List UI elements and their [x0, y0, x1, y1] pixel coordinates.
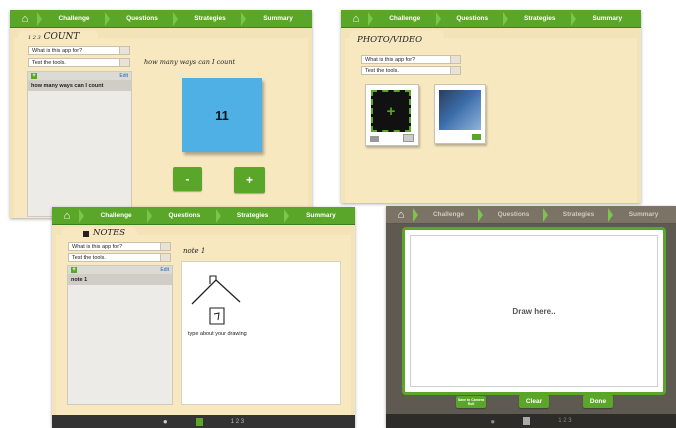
- top-nav: ⌂ Challenge Questions Strategies Summary: [10, 10, 312, 28]
- done-label: Done: [589, 398, 607, 405]
- add-item-button[interactable]: +: [31, 73, 37, 79]
- tab-strategies[interactable]: Strategies: [215, 207, 287, 224]
- tab-strategies[interactable]: Strategies: [173, 10, 244, 27]
- add-note-button[interactable]: +: [71, 267, 77, 273]
- question-field-2[interactable]: Test the tools.: [361, 66, 461, 75]
- notes-list: + Edit note 1: [67, 265, 173, 405]
- prompt-text: how many ways can I count: [144, 58, 236, 66]
- camera-icon[interactable]: ●: [163, 417, 168, 426]
- question-field-1[interactable]: What is this app for?: [28, 46, 130, 55]
- chevron-down-icon: [450, 67, 460, 74]
- increment-label: +: [245, 173, 253, 187]
- draw-dialog: Draw here..: [402, 227, 666, 395]
- chevron-down-icon: [160, 254, 170, 261]
- done-button[interactable]: Done: [583, 395, 613, 408]
- draw-screen: ⌂ Challenge Questions Strategies Summary…: [386, 206, 676, 428]
- question-field-2[interactable]: Test the tools.: [68, 253, 171, 262]
- notes-screen: ⌂ Challenge Questions Strategies Summary…: [52, 207, 355, 428]
- save-to-camera-roll-button[interactable]: Save to Camera Roll: [456, 396, 486, 408]
- tab-summary[interactable]: Summary: [283, 207, 355, 224]
- question-field-2[interactable]: Test the tools.: [28, 58, 130, 67]
- items-list: + Edit how many ways can I count: [27, 71, 132, 217]
- tab-summary[interactable]: Summary: [241, 10, 312, 27]
- count-tool-icon[interactable]: 1 2 3: [558, 418, 571, 424]
- note-title: note 1: [183, 247, 206, 255]
- clear-label: Clear: [525, 398, 543, 405]
- question-field-1-value: What is this app for?: [365, 56, 416, 63]
- question-field-1[interactable]: What is this app for?: [361, 55, 461, 64]
- counter-sticky-note: 11: [182, 78, 262, 152]
- tab-questions[interactable]: Questions: [435, 10, 507, 27]
- tab-questions[interactable]: Questions: [478, 206, 546, 223]
- tab-questions[interactable]: Questions: [147, 207, 218, 224]
- question-field-1-value: What is this app for?: [32, 47, 83, 54]
- count-title-prefix: 1 2 3: [28, 35, 41, 41]
- list-header: + Edit: [68, 266, 172, 274]
- chevron-down-icon: [450, 56, 460, 63]
- decrement-label: -: [185, 172, 190, 186]
- photo-screen: ⌂ Challenge Questions Strategies Summary…: [341, 10, 641, 203]
- bottom-toolbar: ● 1 2 3: [52, 415, 355, 428]
- camera-icon[interactable]: ●: [490, 417, 495, 426]
- photo-title: PHOTO/VIDEO: [357, 35, 423, 45]
- list-item[interactable]: how many ways can I count: [28, 80, 131, 91]
- question-field-1-value: What is this app for?: [72, 243, 123, 250]
- tab-summary[interactable]: Summary: [608, 206, 676, 223]
- top-nav: ⌂ Challenge Questions Strategies Summary: [386, 206, 676, 224]
- list-item[interactable]: note 1: [68, 274, 172, 285]
- photo-icon: [403, 134, 414, 142]
- house-drawing: [191, 275, 241, 325]
- home-icon[interactable]: ⌂: [52, 207, 82, 224]
- notes-tool-icon[interactable]: [195, 417, 203, 426]
- note-canvas[interactable]: type about your drawing: [181, 261, 341, 405]
- chevron-down-icon: [119, 47, 129, 54]
- list-header: + Edit: [28, 72, 131, 80]
- plus-icon: +: [386, 102, 396, 120]
- video-icon: [370, 136, 379, 142]
- tab-summary[interactable]: Summary: [570, 10, 642, 27]
- count-tool-icon[interactable]: 1 2 3: [231, 419, 244, 425]
- draw-canvas[interactable]: Draw here..: [410, 235, 658, 387]
- edit-link[interactable]: Edit: [160, 267, 169, 273]
- home-icon[interactable]: ⌂: [341, 10, 371, 27]
- counter-value: 11: [215, 107, 229, 123]
- question-field-2-value: Test the tools.: [72, 254, 106, 261]
- notes-tool-icon[interactable]: [523, 417, 531, 425]
- home-icon[interactable]: ⌂: [10, 10, 40, 27]
- home-icon[interactable]: ⌂: [386, 206, 416, 223]
- tab-strategies[interactable]: Strategies: [503, 10, 574, 27]
- tab-challenge[interactable]: Challenge: [78, 207, 150, 224]
- add-media-tile[interactable]: +: [365, 84, 419, 146]
- question-field-1[interactable]: What is this app for?: [68, 242, 171, 251]
- draw-placeholder: Draw here..: [512, 306, 556, 316]
- add-media-frame: +: [371, 90, 411, 132]
- chevron-down-icon: [119, 59, 129, 66]
- edit-link[interactable]: Edit: [119, 73, 128, 79]
- media-thumbnail[interactable]: [434, 84, 486, 144]
- tab-challenge[interactable]: Challenge: [413, 206, 481, 223]
- count-title: COUNT: [43, 32, 80, 42]
- question-field-2-value: Test the tools.: [32, 59, 66, 66]
- page-title: 1 2 3 COUNT: [28, 32, 79, 42]
- photo-icon: [472, 134, 481, 140]
- save-to-camera-roll-label: Save to Camera Roll: [457, 398, 485, 406]
- tab-questions[interactable]: Questions: [105, 10, 176, 27]
- note-text: type about your drawing: [188, 331, 247, 337]
- bottom-toolbar: ● 1 2 3: [386, 414, 676, 428]
- clear-button[interactable]: Clear: [519, 395, 549, 408]
- top-nav: ⌂ Challenge Questions Strategies Summary: [341, 10, 641, 28]
- top-nav: ⌂ Challenge Questions Strategies Summary: [52, 207, 355, 225]
- increment-button[interactable]: +: [234, 167, 265, 193]
- tab-challenge[interactable]: Challenge: [37, 10, 108, 27]
- question-field-2-value: Test the tools.: [365, 67, 399, 74]
- notes-title: NOTES: [93, 228, 126, 238]
- thumbnail-image: [439, 90, 481, 130]
- tab-challenge[interactable]: Challenge: [368, 10, 439, 27]
- tab-strategies[interactable]: Strategies: [543, 206, 611, 223]
- decrement-button[interactable]: -: [173, 167, 202, 191]
- notes-icon: [83, 231, 89, 237]
- count-screen: ⌂ Challenge Questions Strategies Summary…: [10, 10, 312, 218]
- chevron-down-icon: [160, 243, 170, 250]
